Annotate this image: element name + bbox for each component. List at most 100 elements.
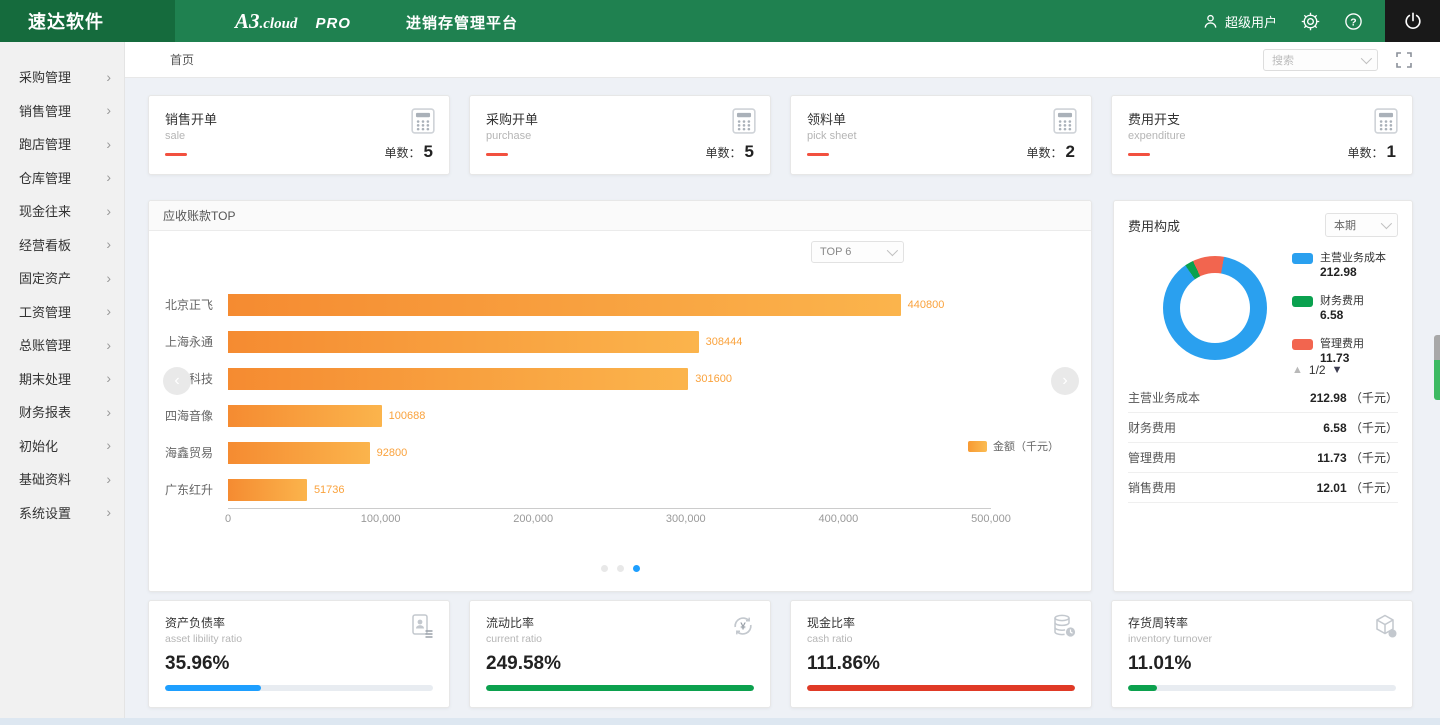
chevron-right-icon: › — [106, 237, 111, 251]
expense-row-label: 主营业务成本 — [1128, 389, 1200, 406]
sidebar-menu: 采购管理›销售管理›跑店管理›仓库管理›现金往来›经营看板›固定资产›工资管理›… — [0, 42, 125, 725]
sidebar-item[interactable]: 经营看板› — [0, 228, 124, 262]
chevron-right-icon: › — [106, 438, 111, 452]
carousel-prev-button[interactable]: ‹ — [163, 367, 191, 395]
stat-title: 销售开单 — [165, 109, 433, 128]
ratio-title: 存货周转率 — [1128, 614, 1396, 631]
donut-hole — [1180, 273, 1250, 343]
legend-swatch — [1292, 296, 1313, 307]
expense-row: 销售费用12.01 （千元） — [1128, 473, 1398, 503]
sidebar-item-label: 工资管理 — [19, 302, 71, 321]
sidebar-item[interactable]: 工资管理› — [0, 295, 124, 329]
bar-category-label: 广东红升 — [149, 481, 228, 498]
red-dash — [807, 153, 829, 156]
ratio-subtitle: cash ratio — [807, 633, 1075, 645]
logout-power-button[interactable] — [1385, 0, 1440, 42]
chart-legend: 金额（千元） — [968, 438, 1059, 454]
sidebar-item[interactable]: 财务报表› — [0, 395, 124, 429]
ratio-card-current-ratio[interactable]: 流动比率 current ratio ¥ 249.58% — [469, 600, 771, 708]
stat-cards-row: 销售开单 sale 单数：5 采购开单 purchase 单数：5 领料单 pi — [148, 95, 1413, 175]
bar-rows: 北京正飞440800 上海永通 308444 洪海科技301600四海音像100688… — [149, 286, 991, 508]
brand-pro: PRO — [315, 15, 351, 32]
bar-category-label: 上海永通 — [149, 333, 228, 350]
pager-up-icon[interactable]: ▲ — [1292, 364, 1303, 376]
panel-title: 应收账款TOP — [149, 201, 1091, 231]
sidebar-item-label: 销售管理 — [19, 101, 71, 120]
settings-gear-icon[interactable] — [1301, 12, 1320, 31]
expense-composition-panel: 费用构成 本期 主营业务成本212.98财务费用6.58管理费用11.73 ▲ … — [1113, 200, 1413, 592]
x-axis — [228, 508, 991, 509]
top-n-select[interactable]: TOP 6 — [811, 241, 904, 263]
sidebar-item[interactable]: 仓库管理› — [0, 161, 124, 195]
help-icon[interactable]: ? — [1344, 12, 1363, 31]
fullscreen-icon[interactable] — [1396, 52, 1412, 68]
stat-title: 采购开单 — [486, 109, 754, 128]
user-menu[interactable]: 超级用户 — [1202, 12, 1277, 31]
side-widget-top — [1434, 335, 1440, 360]
sidebar-item[interactable]: 采购管理› — [0, 60, 124, 94]
donut-legend: 主营业务成本212.98财务费用6.58管理费用11.73 — [1292, 251, 1386, 367]
sidebar-item-label: 跑店管理 — [19, 134, 71, 153]
user-icon — [1202, 13, 1219, 30]
carousel-dot[interactable] — [617, 565, 624, 572]
sidebar-item[interactable]: 期末处理› — [0, 362, 124, 396]
brand-subtitle: 进销存管理平台 — [406, 12, 518, 33]
carousel-next-button[interactable]: › — [1051, 367, 1079, 395]
count-value: 1 — [1387, 142, 1396, 162]
bar-value-label: 308444 — [706, 336, 743, 348]
expense-row-label: 管理费用 — [1128, 449, 1176, 466]
ratio-cards-row: 资产负债率 asset libility ratio 35.96% 流动比率 c… — [148, 600, 1413, 708]
chevron-down-icon — [1361, 52, 1372, 63]
sidebar-item[interactable]: 初始化› — [0, 429, 124, 463]
bar-value-label: 51736 — [314, 484, 345, 496]
sidebar-item[interactable]: 基础资料› — [0, 462, 124, 496]
ratio-progress-fill — [165, 685, 261, 691]
ratio-progress-track — [486, 685, 754, 691]
carousel-dot-active[interactable] — [633, 565, 640, 572]
chevron-right-icon: › — [106, 137, 111, 151]
brand-suffix: .cloud — [260, 16, 298, 33]
svg-text:?: ? — [1350, 17, 1356, 28]
chevron-down-icon — [887, 245, 898, 256]
x-axis-tick-label: 200,000 — [513, 513, 553, 525]
pager-down-icon[interactable]: ▼ — [1332, 364, 1343, 376]
ratio-card-inventory-turnover[interactable]: 存货周转率 inventory turnover 11.01% — [1111, 600, 1413, 708]
sidebar-item[interactable]: 现金往来› — [0, 194, 124, 228]
stat-card-expenditure[interactable]: 费用开支 expenditure 单数：1 — [1111, 95, 1413, 175]
expense-row-value: 6.58 （千元） — [1323, 419, 1398, 436]
bar-row: 广东红升 51736 — [149, 471, 991, 508]
x-axis-tick-label: 400,000 — [819, 513, 859, 525]
count-value: 5 — [424, 142, 433, 162]
count-label: 单数： — [385, 144, 421, 161]
bar — [228, 368, 688, 390]
carousel-dot[interactable] — [601, 565, 608, 572]
stat-title: 领料单 — [807, 109, 1075, 128]
stat-card-pick-sheet[interactable]: 领料单 pick sheet 单数：2 — [790, 95, 1092, 175]
bottom-scrollbar[interactable] — [0, 718, 1440, 725]
red-dash — [486, 153, 508, 156]
bar-row: 四海音像100688 — [149, 397, 991, 434]
bar-category-label: 四海音像 — [149, 407, 228, 424]
sidebar-item-label: 采购管理 — [19, 67, 71, 86]
period-value: 本期 — [1334, 217, 1356, 233]
sidebar-item[interactable]: 固定资产› — [0, 261, 124, 295]
chevron-right-icon: › — [106, 405, 111, 419]
search-placeholder: 搜索 — [1272, 52, 1294, 68]
ratio-card-cash-ratio[interactable]: 现金比率 cash ratio 111.86% — [790, 600, 1092, 708]
search-select[interactable]: 搜索 — [1263, 49, 1378, 71]
ratio-card-asset-liability[interactable]: 资产负债率 asset libility ratio 35.96% — [148, 600, 450, 708]
bar-row: 北京正飞440800 — [149, 286, 991, 323]
sidebar-item[interactable]: 跑店管理 › — [0, 127, 124, 161]
sidebar-item[interactable]: 系统设置› — [0, 496, 124, 530]
sidebar-item[interactable]: 总账管理› — [0, 328, 124, 362]
x-axis-tick-label: 0 — [225, 513, 231, 525]
sidebar-item[interactable]: 销售管理 › — [0, 94, 124, 128]
side-floating-widget[interactable] — [1434, 335, 1440, 400]
stat-card-sale[interactable]: 销售开单 sale 单数：5 — [148, 95, 450, 175]
stat-card-purchase[interactable]: 采购开单 purchase 单数：5 — [469, 95, 771, 175]
stat-subtitle: pick sheet — [807, 130, 1075, 142]
tab-home[interactable]: 首页 — [170, 51, 194, 68]
bar-row: 洪海科技301600 — [149, 360, 991, 397]
chevron-right-icon: › — [106, 103, 111, 117]
period-select[interactable]: 本期 — [1325, 213, 1398, 237]
